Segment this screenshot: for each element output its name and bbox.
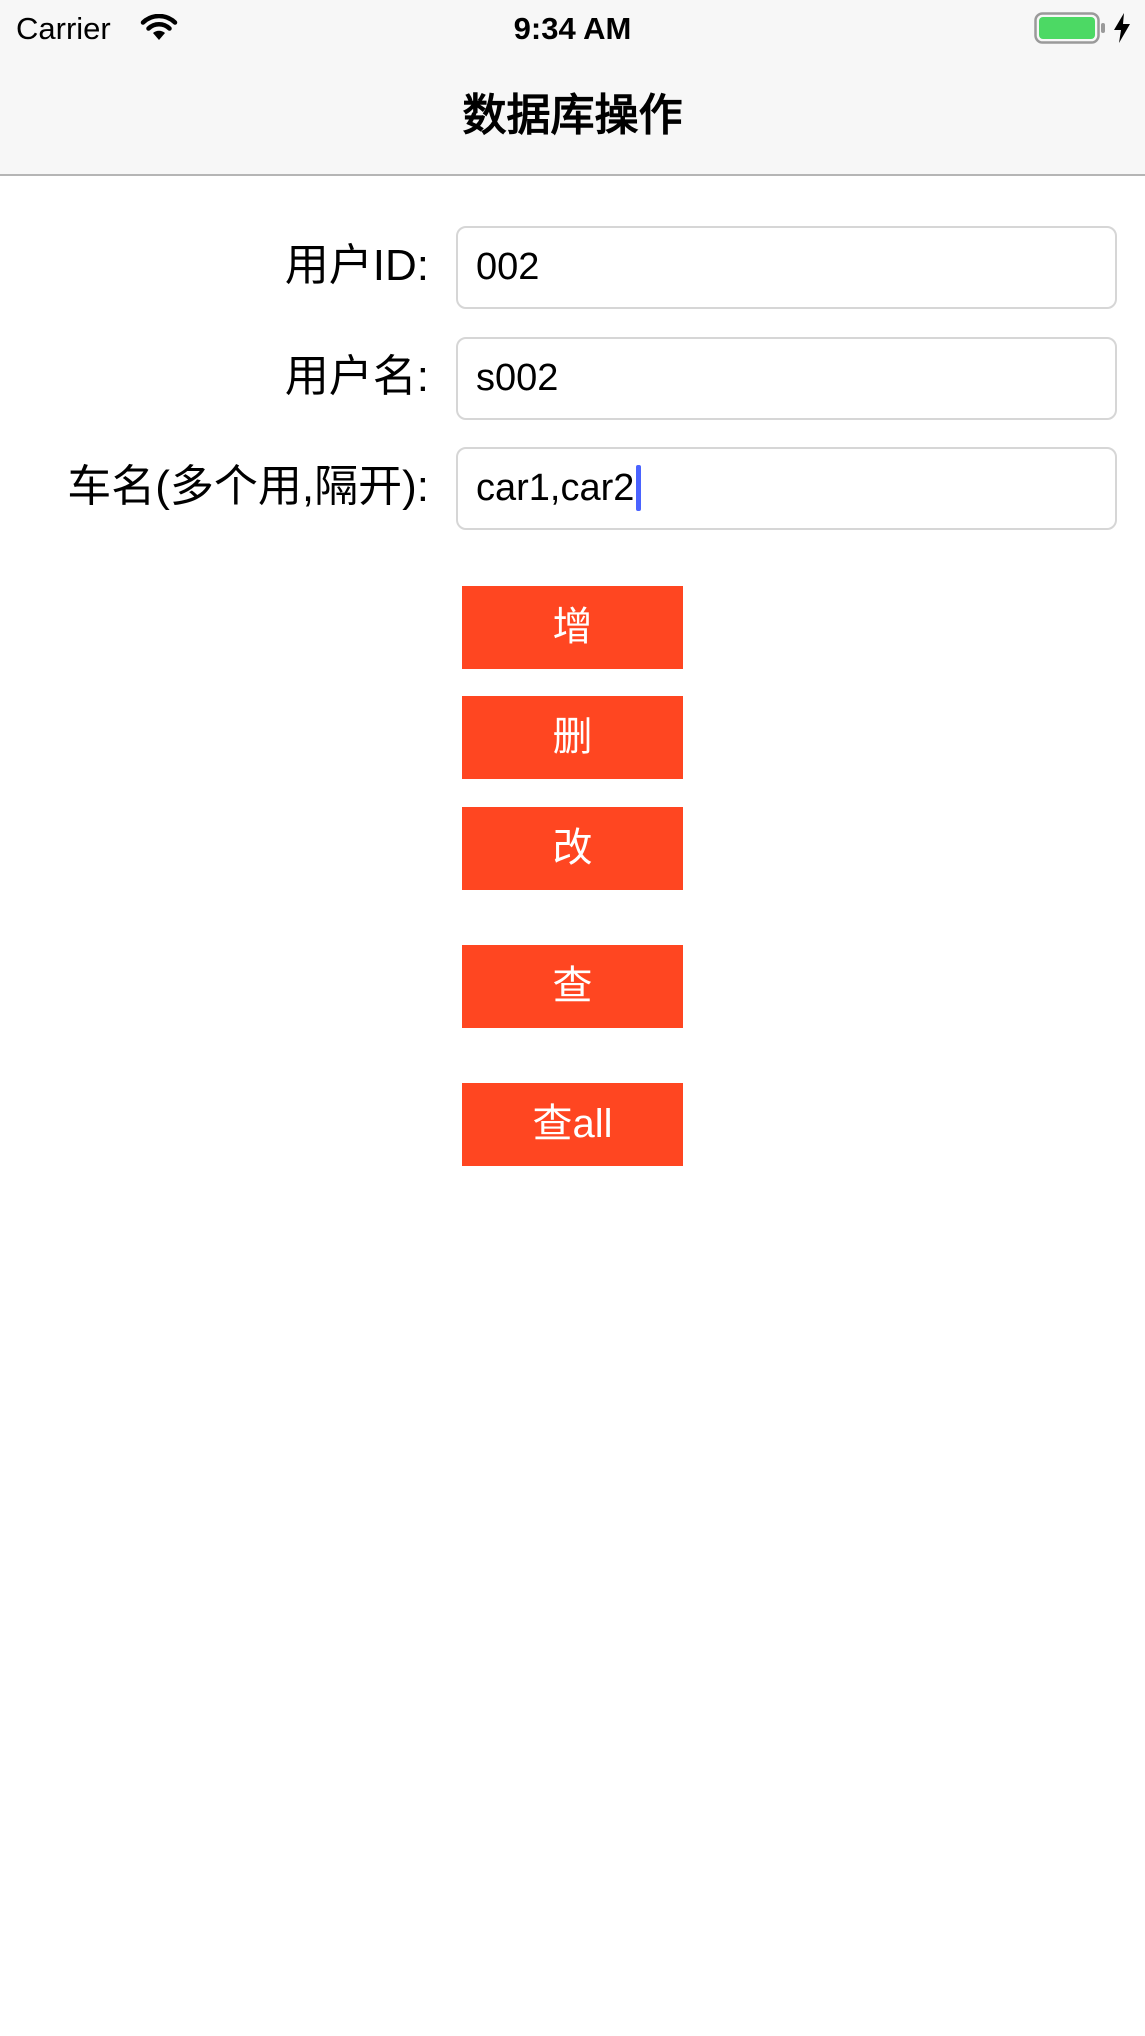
battery-icon (1034, 12, 1106, 44)
car-names-input[interactable] (456, 447, 1117, 530)
text-cursor (636, 465, 641, 511)
status-time: 9:34 AM (513, 11, 632, 46)
status-bar: Carrier 9:34 AM (0, 0, 1145, 58)
query-button[interactable]: 查 (462, 945, 683, 1028)
car-names-label: 车名(多个用,隔开): (67, 462, 429, 511)
user-id-label: 用户ID: (284, 241, 429, 290)
delete-button[interactable]: 删 (462, 696, 683, 779)
page-title: 数据库操作 (462, 91, 683, 140)
charging-bolt-icon (1112, 12, 1132, 44)
user-name-label: 用户名: (284, 352, 429, 401)
update-button[interactable]: 改 (462, 807, 683, 890)
query-all-button[interactable]: 查all (462, 1083, 683, 1166)
user-id-input[interactable] (456, 226, 1117, 309)
navigation-bar: 数据库操作 (0, 58, 1145, 176)
user-name-input[interactable] (456, 337, 1117, 420)
add-button[interactable]: 增 (462, 586, 683, 669)
